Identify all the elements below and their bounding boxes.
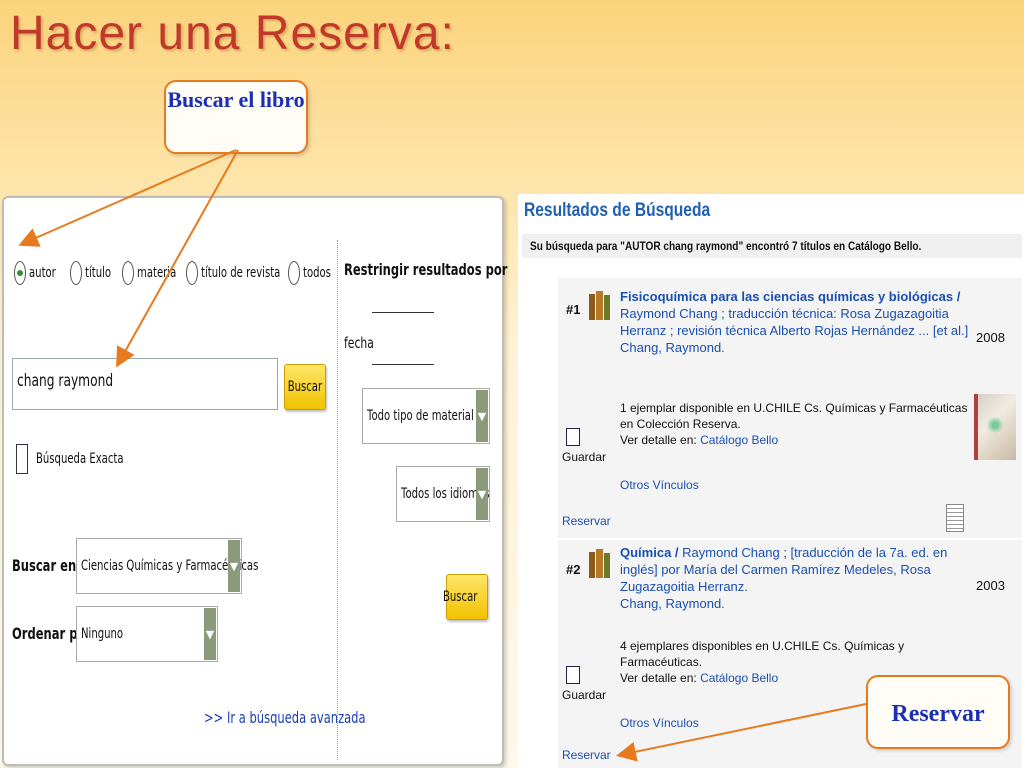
- callout-reserve: Reservar: [866, 675, 1010, 749]
- slide-title: Hacer una Reserva:: [10, 7, 455, 60]
- detail-label: Ver detalle en:: [620, 433, 697, 447]
- radio-label: título: [85, 265, 112, 281]
- date-label: fecha: [344, 334, 385, 352]
- result-title-link[interactable]: Química / Raymond Chang ; [traducción de…: [620, 544, 970, 612]
- save-label: Guardar: [562, 450, 607, 464]
- radio-label: todos: [303, 265, 331, 281]
- search-type-radios: autor título materia título de revista t…: [14, 258, 344, 288]
- catalog-link[interactable]: Catálogo Bello: [700, 671, 778, 685]
- search-button-secondary[interactable]: Buscar: [443, 574, 488, 620]
- radio-label: título de revista: [201, 265, 281, 281]
- radio-button-icon[interactable]: [122, 261, 134, 285]
- search-button-label: Buscar: [287, 379, 323, 395]
- result-number: #1: [566, 302, 581, 317]
- other-links[interactable]: Otros Vínculos: [620, 478, 699, 492]
- radio-button-icon[interactable]: [14, 261, 26, 285]
- books-icon: [589, 291, 610, 320]
- search-input[interactable]: chang raymond: [12, 358, 278, 410]
- availability-text: 4 ejemplares disponibles en U.CHILE Cs. …: [620, 639, 905, 669]
- callout-search-book: Buscar el libro: [164, 80, 308, 154]
- result-title-main[interactable]: Fisicoquímica para las ciencias químicas…: [620, 289, 960, 304]
- chevron-down-icon[interactable]: ▼: [204, 608, 216, 660]
- search-in-label-text: Buscar en: [12, 556, 77, 575]
- result-year: 2008: [976, 330, 1005, 345]
- book-cover-image[interactable]: [974, 394, 1016, 460]
- date-from-field[interactable]: [372, 312, 434, 313]
- books-icon: [589, 549, 610, 578]
- radio-label: materia: [137, 265, 177, 281]
- result-title-rest[interactable]: Raymond Chang ; traducción técnica: Rosa…: [620, 306, 968, 338]
- reserve-link[interactable]: Reservar: [562, 748, 611, 762]
- exact-search-label: Búsqueda Exacta: [36, 451, 124, 467]
- radio-button-icon[interactable]: [70, 261, 82, 285]
- results-title-text: Resultados de Búsqueda: [524, 200, 711, 221]
- document-icon[interactable]: [946, 504, 964, 532]
- chevron-down-icon[interactable]: ▼: [228, 540, 240, 592]
- detail-label: Ver detalle en:: [620, 671, 697, 685]
- result-number: #2: [566, 562, 581, 577]
- radio-materia[interactable]: materia: [122, 258, 192, 288]
- restrict-results-text: Restringir resultados por: [344, 260, 508, 279]
- language-select[interactable]: Todos los idiomas ▼: [396, 466, 490, 522]
- sort-value: Ninguno: [81, 626, 124, 642]
- advanced-search-text: >> Ir a búsqueda avanzada: [204, 708, 366, 727]
- results-summary: Su búsqueda para "AUTOR chang raymond" e…: [522, 234, 1022, 258]
- exact-search-option[interactable]: Búsqueda Exacta: [16, 442, 158, 476]
- search-panel: autor título materia título de revista t…: [2, 196, 508, 766]
- catalog-link[interactable]: Catálogo Bello: [700, 433, 778, 447]
- sort-select[interactable]: Ninguno ▼: [76, 606, 218, 662]
- search-input-value: chang raymond: [17, 371, 114, 391]
- radio-button-icon[interactable]: [288, 261, 300, 285]
- result-title-link[interactable]: Fisicoquímica para las ciencias químicas…: [620, 288, 970, 356]
- advanced-search-link[interactable]: >> Ir a búsqueda avanzada: [204, 708, 428, 727]
- radio-titulo[interactable]: título: [70, 258, 121, 288]
- result-availability: 1 ejemplar disponible en U.CHILE Cs. Quí…: [620, 400, 980, 448]
- exact-search-checkbox[interactable]: [16, 444, 28, 474]
- material-type-value: Todo tipo de material: [367, 408, 474, 424]
- date-to-field[interactable]: [372, 364, 434, 365]
- date-label-text: fecha: [344, 334, 374, 352]
- save-checkbox[interactable]: [566, 666, 580, 684]
- results-summary-text: Su búsqueda para "AUTOR chang raymond" e…: [530, 239, 922, 253]
- results-title: Resultados de Búsqueda: [524, 200, 751, 222]
- reserve-link[interactable]: Reservar: [562, 514, 611, 528]
- result-author[interactable]: Chang, Raymond.: [620, 339, 970, 356]
- radio-label: autor: [29, 265, 56, 281]
- result-year: 2003: [976, 578, 1005, 593]
- radio-button-icon[interactable]: [186, 261, 198, 285]
- availability-text: 1 ejemplar disponible en U.CHILE Cs. Quí…: [620, 401, 968, 431]
- chevron-down-icon[interactable]: ▼: [476, 468, 488, 520]
- radio-autor[interactable]: autor: [14, 258, 66, 288]
- result-item: #1 Fisicoquímica para las ciencias quími…: [558, 278, 1022, 538]
- result-title-main[interactable]: Química /: [620, 545, 679, 560]
- save-checkbox[interactable]: [566, 428, 580, 446]
- chevron-down-icon[interactable]: ▼: [476, 390, 488, 442]
- panel-divider: [337, 240, 338, 760]
- material-type-select[interactable]: Todo tipo de material ▼: [362, 388, 490, 444]
- search-in-select[interactable]: Ciencias Químicas y Farmacéuticas ▼: [76, 538, 258, 594]
- search-button[interactable]: Buscar: [284, 364, 326, 410]
- search-button-label: Buscar: [443, 589, 478, 605]
- radio-todos[interactable]: todos: [288, 258, 342, 288]
- result-author[interactable]: Chang, Raymond.: [620, 595, 970, 612]
- save-label: Guardar: [562, 688, 607, 702]
- other-links[interactable]: Otros Vínculos: [620, 716, 699, 730]
